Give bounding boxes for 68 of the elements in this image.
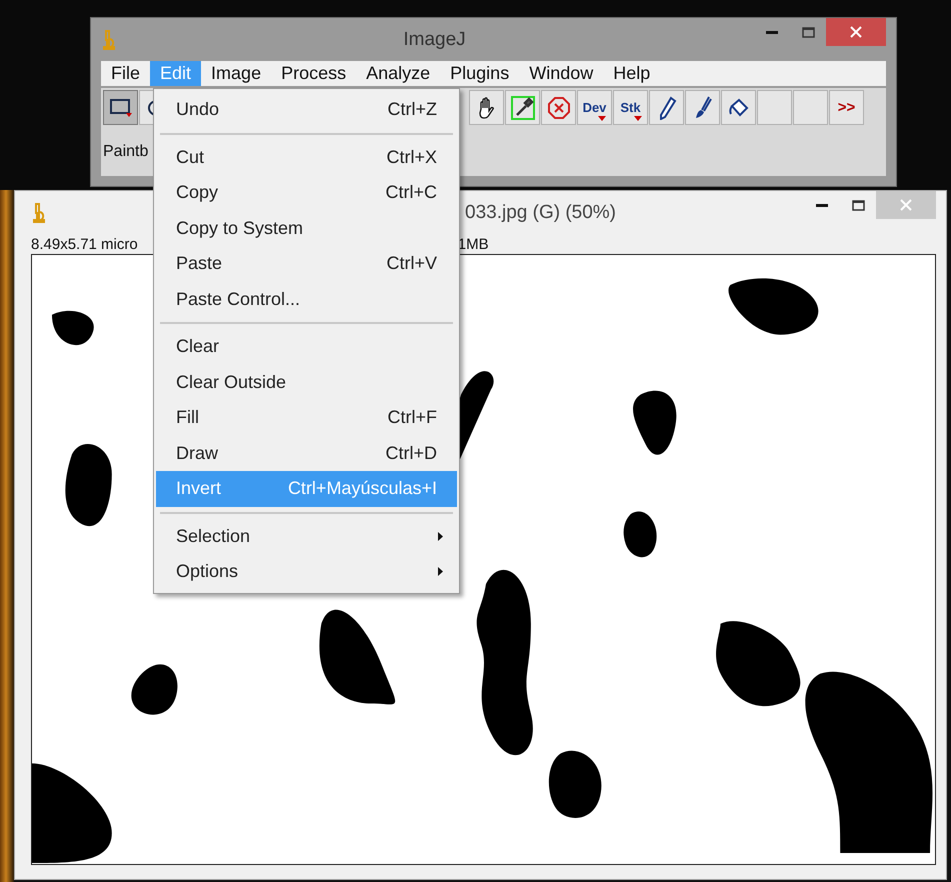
status-text: Paintb xyxy=(103,142,148,160)
close-icon[interactable] xyxy=(850,26,862,38)
tool-button[interactable] xyxy=(469,90,504,125)
menu-entry[interactable]: Undo Ctrl+Z xyxy=(156,92,457,128)
entry-label: Options xyxy=(176,561,238,582)
menu-item[interactable]: Window xyxy=(519,61,604,86)
more-tools-button[interactable]: >> xyxy=(829,90,864,125)
entry-label: Selection xyxy=(176,526,250,547)
tool-button[interactable]: Dev xyxy=(577,90,612,125)
image-info: 1MB xyxy=(458,236,489,252)
image-info: 8.49x5.71 micro xyxy=(31,236,138,252)
shortcut-text: Ctrl+V xyxy=(386,253,437,274)
menu-entry[interactable]: Cut Ctrl+X xyxy=(156,140,457,175)
entry-label: Draw xyxy=(176,442,218,464)
entry-label: Fill xyxy=(176,407,199,428)
shortcut-text: Ctrl+X xyxy=(386,146,437,168)
microscope-icon xyxy=(31,202,45,222)
menu-item[interactable]: Process xyxy=(271,61,356,86)
menu-entry[interactable]: Copy Ctrl+C xyxy=(156,175,457,210)
maximize-icon[interactable] xyxy=(802,26,814,38)
submenu-entry[interactable]: Options xyxy=(156,554,457,590)
maximize-icon[interactable] xyxy=(852,200,864,210)
menu-item[interactable]: Analyze xyxy=(356,61,440,86)
menu-entry[interactable]: Fill Ctrl+F xyxy=(156,400,457,436)
entry-label: Copy to System xyxy=(176,218,304,239)
entry-label: Paste Control... xyxy=(176,288,300,310)
shortcut-text: Ctrl+Mayúsculas+I xyxy=(288,478,437,500)
menu-entry[interactable]: Paste Ctrl+V xyxy=(156,246,457,282)
menu-item[interactable]: Image xyxy=(201,61,272,86)
entry-label: Clear Outside xyxy=(176,372,286,393)
menu-entry[interactable]: Draw Ctrl+D xyxy=(156,436,457,471)
menu-entry[interactable]: Copy to System xyxy=(156,210,457,246)
submenu-entry[interactable]: Selection xyxy=(156,518,457,554)
menu-entry[interactable]: Clear xyxy=(156,329,457,364)
stop-icon xyxy=(546,96,570,120)
minimize-icon[interactable] xyxy=(766,30,778,34)
tool-button[interactable] xyxy=(721,90,756,125)
entry-label: Copy xyxy=(176,182,218,204)
entry-label: Undo xyxy=(176,99,220,120)
shortcut-text: Ctrl+Z xyxy=(388,99,437,120)
menu-entry[interactable]: Paste Control... xyxy=(156,282,457,317)
shortcut-text: Ctrl+D xyxy=(385,442,437,464)
tool-button[interactable] xyxy=(505,90,540,125)
menu-item[interactable]: File xyxy=(101,61,150,86)
dropper-icon xyxy=(510,96,534,120)
entry-label: Cut xyxy=(176,146,204,168)
tool-button[interactable] xyxy=(103,90,138,125)
tool-button[interactable]: Stk xyxy=(613,90,648,125)
window-title: 033.jpg (G) (50%) xyxy=(465,202,616,224)
bucket-icon xyxy=(728,96,750,118)
window-title: ImageJ xyxy=(403,28,466,50)
submenu-arrow-icon xyxy=(438,532,443,541)
submenu-arrow-icon xyxy=(438,567,443,576)
menu-item[interactable]: Plugins xyxy=(440,61,520,86)
dropdown-icon xyxy=(634,116,642,121)
tool-button[interactable] xyxy=(649,90,684,125)
tool-button[interactable] xyxy=(685,90,720,125)
entry-label: Invert xyxy=(176,478,222,500)
rectangle-icon xyxy=(108,98,132,118)
minimize-icon[interactable] xyxy=(816,204,828,206)
menu-item[interactable]: Help xyxy=(603,61,660,86)
entry-label: Paste xyxy=(176,253,222,274)
entry-label: Clear xyxy=(176,336,220,358)
dropdown-icon xyxy=(598,116,606,121)
shortcut-text: Ctrl+C xyxy=(385,182,437,204)
menu-entry[interactable]: Clear Outside xyxy=(156,364,457,400)
shortcut-text: Ctrl+F xyxy=(388,407,437,428)
microscope-icon xyxy=(101,30,115,50)
